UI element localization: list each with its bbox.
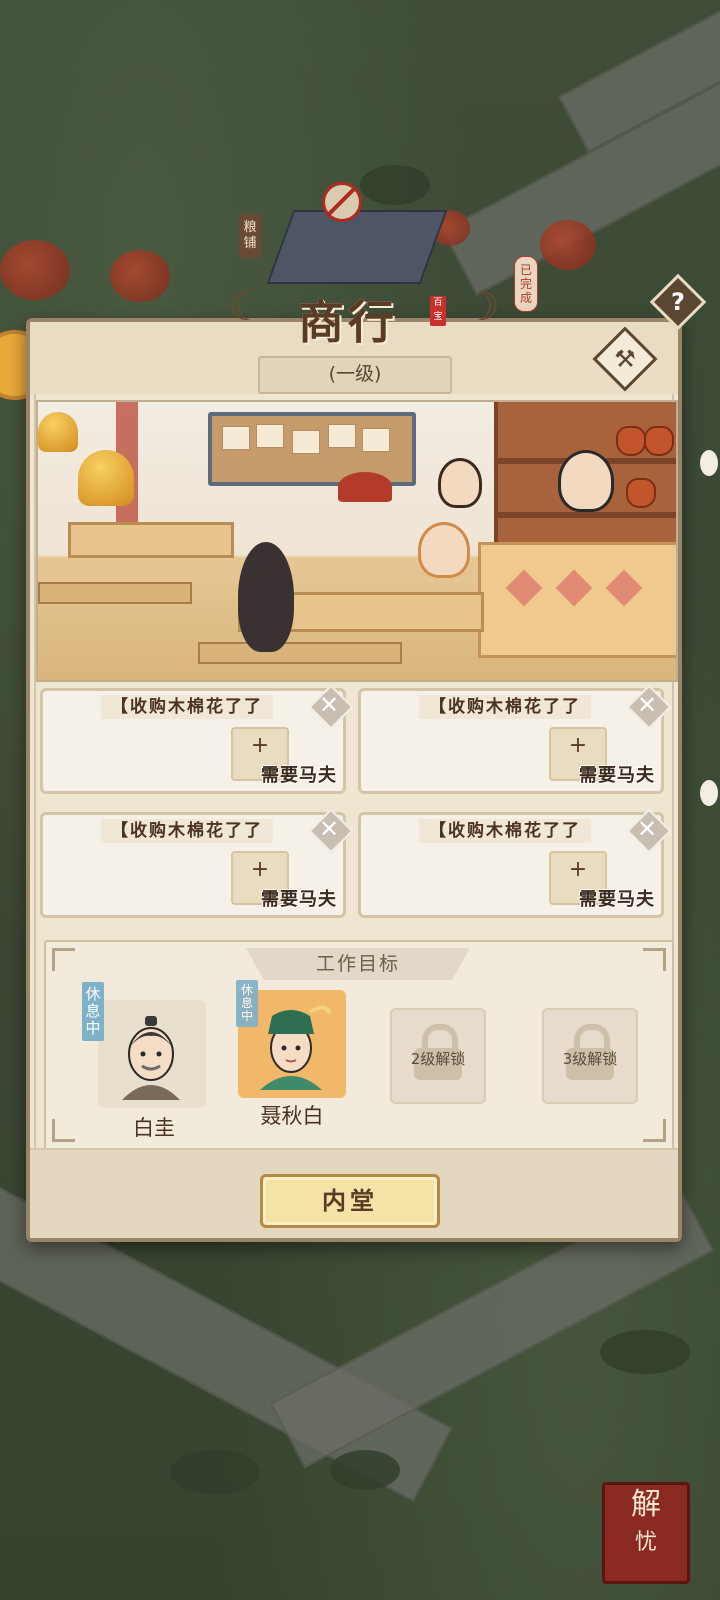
unlock-requirement: 2级解锁 xyxy=(410,1050,466,1068)
task-title: 【收购木棉花了了 xyxy=(419,695,591,719)
maple-tree xyxy=(0,240,70,300)
task-title: 【收购木棉花了了 xyxy=(101,695,273,719)
bush xyxy=(330,1450,400,1490)
customer-figure xyxy=(238,542,294,652)
bench xyxy=(38,582,192,604)
close-icon: ✕ xyxy=(318,815,340,843)
building-roof xyxy=(266,210,448,284)
task-card[interactable]: 【收购木棉花了了 ✕ + 需要马夫 xyxy=(40,684,354,794)
shopkeeper xyxy=(558,450,614,512)
shop-counter xyxy=(478,542,676,658)
status-badge: 休息中 xyxy=(82,982,104,1041)
side-marker xyxy=(700,780,718,806)
character-card[interactable] xyxy=(98,1000,206,1108)
cloud-left-icon: ☾ xyxy=(228,284,264,330)
close-button[interactable]: ✕ xyxy=(308,684,354,730)
unlock-requirement: 3级解锁 xyxy=(562,1050,618,1068)
character-name: 聂秋白 xyxy=(260,1104,324,1128)
bell-icon xyxy=(78,450,134,506)
close-icon: ✕ xyxy=(318,691,340,719)
task-title: 【收购木棉花了了 xyxy=(419,819,591,843)
hat-figure xyxy=(338,472,392,502)
solve-button-char-2: 忧 xyxy=(634,1530,657,1555)
task-requirement: 需要马夫 xyxy=(261,889,337,910)
locked-slot[interactable]: 3级解锁 xyxy=(542,1008,638,1104)
girl-figure xyxy=(418,522,470,578)
question-icon: ? xyxy=(671,288,685,316)
side-marker xyxy=(700,450,718,476)
task-card[interactable]: 【收购木棉花了了 ✕ + 需要马夫 xyxy=(358,684,672,794)
character-portrait xyxy=(122,1016,180,1100)
character-portrait xyxy=(260,1005,332,1090)
bush xyxy=(170,1450,260,1494)
table xyxy=(68,522,234,558)
maple-tree xyxy=(540,220,596,270)
notice-board xyxy=(208,412,416,486)
close-icon: ✕ xyxy=(636,691,658,719)
solve-worries-button[interactable]: 解 忧 xyxy=(602,1482,690,1584)
close-icon: ✕ xyxy=(636,815,658,843)
level-label: (一级) xyxy=(258,356,452,394)
inner-hall-button[interactable]: 内堂 xyxy=(260,1174,440,1228)
character-name: 白圭 xyxy=(133,1116,175,1140)
cloud-right-icon: ☽ xyxy=(464,284,500,330)
status-badge: 休息中 xyxy=(236,980,258,1027)
shop-illustration xyxy=(36,400,678,682)
maple-tree xyxy=(110,250,170,302)
bush xyxy=(360,165,430,205)
work-target-header: 工作目标 xyxy=(246,948,470,980)
bush xyxy=(600,1330,690,1374)
prohibited-icon[interactable] xyxy=(322,182,362,222)
hammer-icon: ⚒ xyxy=(614,345,636,373)
shop-sign[interactable]: 粮铺 xyxy=(239,214,261,258)
close-button[interactable]: ✕ xyxy=(626,808,672,854)
bell-icon xyxy=(38,412,78,452)
woman-figure xyxy=(438,458,482,508)
task-requirement: 需要马夫 xyxy=(579,889,655,910)
task-requirement: 需要马夫 xyxy=(579,765,655,786)
task-card[interactable]: 【收购木棉花了了 ✕ + 需要马夫 xyxy=(40,808,354,918)
solve-button-char-1: 解 xyxy=(631,1487,661,1522)
title-seal: 百宝 xyxy=(430,296,446,326)
close-button[interactable]: ✕ xyxy=(308,808,354,854)
task-requirement: 需要马夫 xyxy=(261,765,337,786)
task-card[interactable]: 【收购木棉花了了 ✕ + 需要马夫 xyxy=(358,808,672,918)
work-target-section: 工作目标 休息中 白圭 休息中 聂秋白 2级解锁 3级解锁 xyxy=(44,940,674,1150)
close-button[interactable]: ✕ xyxy=(626,684,672,730)
task-title: 【收购木棉花了了 xyxy=(101,819,273,843)
bench xyxy=(198,642,402,664)
trading-house-panel: ☾ 商行 百宝 ☽ ? ⚒ (一级) 【收购木棉花了了 ✕ + 需要马夫 【收购… xyxy=(26,273,707,1242)
locked-slot[interactable]: 2级解锁 xyxy=(390,1008,486,1104)
title-banner: ☾ 商行 百宝 ☽ ? xyxy=(228,273,707,350)
panel-title: 商行 xyxy=(298,295,398,349)
